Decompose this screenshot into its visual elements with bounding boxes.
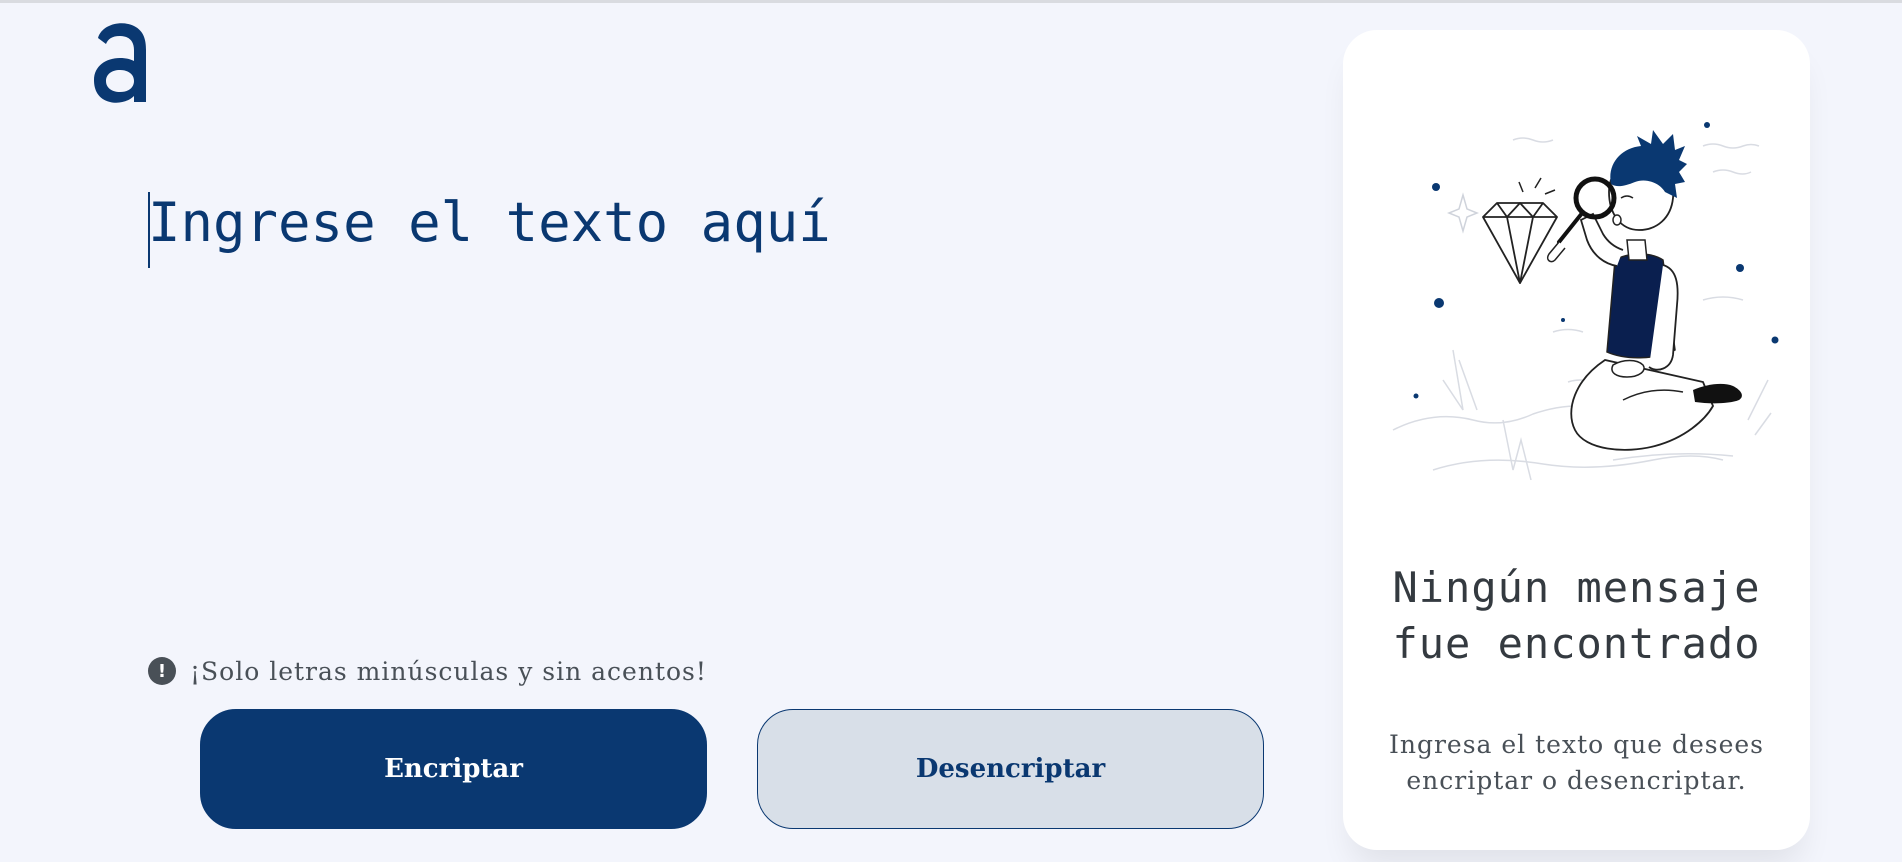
empty-state-subtitle: Ingresa el texto que desees encriptar o … xyxy=(1388,730,1765,795)
alura-logo-icon[interactable] xyxy=(92,20,150,104)
input-hint: ! ¡Solo letras minúsculas y sin acentos! xyxy=(148,656,707,686)
empty-state-title: Ningún mensaje fue encontrado xyxy=(1343,560,1810,672)
top-divider xyxy=(0,0,1902,3)
exclamation-circle-icon: ! xyxy=(148,657,176,685)
encrypt-button-label: Encriptar xyxy=(384,754,523,784)
decrypt-button[interactable]: Desencriptar xyxy=(757,709,1264,829)
output-panel: Ningún mensaje fue encontrado Ingresa el… xyxy=(1343,30,1810,850)
empty-state-title-line-2: fue encontrado xyxy=(1392,619,1761,668)
message-input[interactable] xyxy=(148,185,1248,605)
empty-state-title-line-1: Ningún mensaje xyxy=(1392,563,1761,612)
decrypt-button-label: Desencriptar xyxy=(915,754,1106,784)
person-with-magnifying-glass-illustration xyxy=(1392,122,1779,481)
hint-text: ¡Solo letras minúsculas y sin acentos! xyxy=(190,656,707,686)
encrypt-button[interactable]: Encriptar xyxy=(200,709,707,829)
text-caret xyxy=(148,192,150,268)
